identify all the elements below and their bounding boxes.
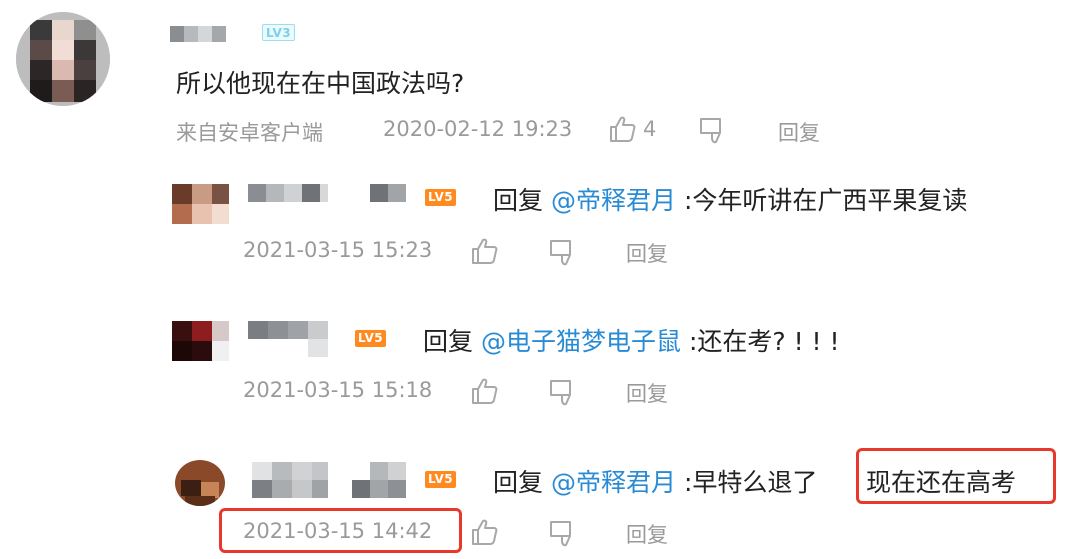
reply-text: 回复 @帝释君月 :今年听讲在广西平果复读 (493, 181, 967, 217)
reply-content: :还在考? ! ! ! (688, 327, 840, 356)
dislike-button[interactable] (548, 238, 578, 268)
reply-avatar[interactable] (172, 184, 229, 224)
mention-link[interactable]: @帝释君月 (551, 186, 676, 215)
level-badge: LV5 (425, 189, 457, 206)
level-badge: LV3 (262, 24, 296, 41)
thumbs-down-icon (548, 238, 578, 268)
mention-link[interactable]: @帝释君月 (551, 468, 676, 497)
thumbs-down-icon (548, 519, 578, 549)
highlight-box (219, 508, 462, 553)
level-badge: LV5 (425, 471, 457, 488)
reply-word: 回复 (493, 186, 544, 215)
comment-text: 所以他现在在中国政法吗? (176, 69, 465, 98)
commenter-avatar[interactable] (16, 12, 110, 106)
like-button[interactable] (608, 114, 638, 144)
reply-button[interactable]: 回复 (626, 519, 668, 549)
reply-avatar[interactable] (175, 460, 225, 506)
dislike-button[interactable] (698, 116, 728, 146)
dislike-button[interactable] (548, 519, 578, 549)
reply-content: :早特么退了 (683, 468, 818, 497)
thumbs-up-icon (470, 376, 500, 406)
reply-button[interactable]: 回复 (626, 238, 668, 268)
reply-text: 回复 @电子猫梦电子鼠 :还在考? ! ! ! (423, 322, 840, 358)
reply-text: 回复 @帝释君月 :早特么退了 (493, 463, 817, 499)
reply-word: 回复 (493, 468, 544, 497)
highlight-box (856, 448, 1056, 504)
thumbs-up-icon (470, 517, 500, 547)
level-badge: LV5 (355, 330, 387, 347)
reply-word: 回复 (423, 327, 474, 356)
comment-time: 2020-02-12 19:23 (383, 117, 573, 141)
reply-content: :今年听讲在广西平果复读 (683, 186, 968, 215)
reply-time: 2021-03-15 15:18 (243, 378, 433, 402)
like-button[interactable] (470, 236, 500, 266)
thumbs-down-icon (698, 116, 728, 146)
thumbs-down-icon (548, 378, 578, 408)
like-button[interactable] (470, 517, 500, 547)
thumbs-up-icon (608, 114, 638, 144)
thumbs-up-icon (470, 236, 500, 266)
reply-avatar[interactable] (172, 321, 229, 361)
reply-button[interactable]: 回复 (778, 117, 820, 147)
reply-time: 2021-03-15 15:23 (243, 238, 433, 262)
like-button[interactable] (470, 376, 500, 406)
dislike-button[interactable] (548, 378, 578, 408)
like-count: 4 (643, 117, 657, 141)
mention-link[interactable]: @电子猫梦电子鼠 (481, 327, 681, 356)
comment-source: 来自安卓客户端 (176, 121, 323, 145)
reply-button[interactable]: 回复 (626, 378, 668, 408)
